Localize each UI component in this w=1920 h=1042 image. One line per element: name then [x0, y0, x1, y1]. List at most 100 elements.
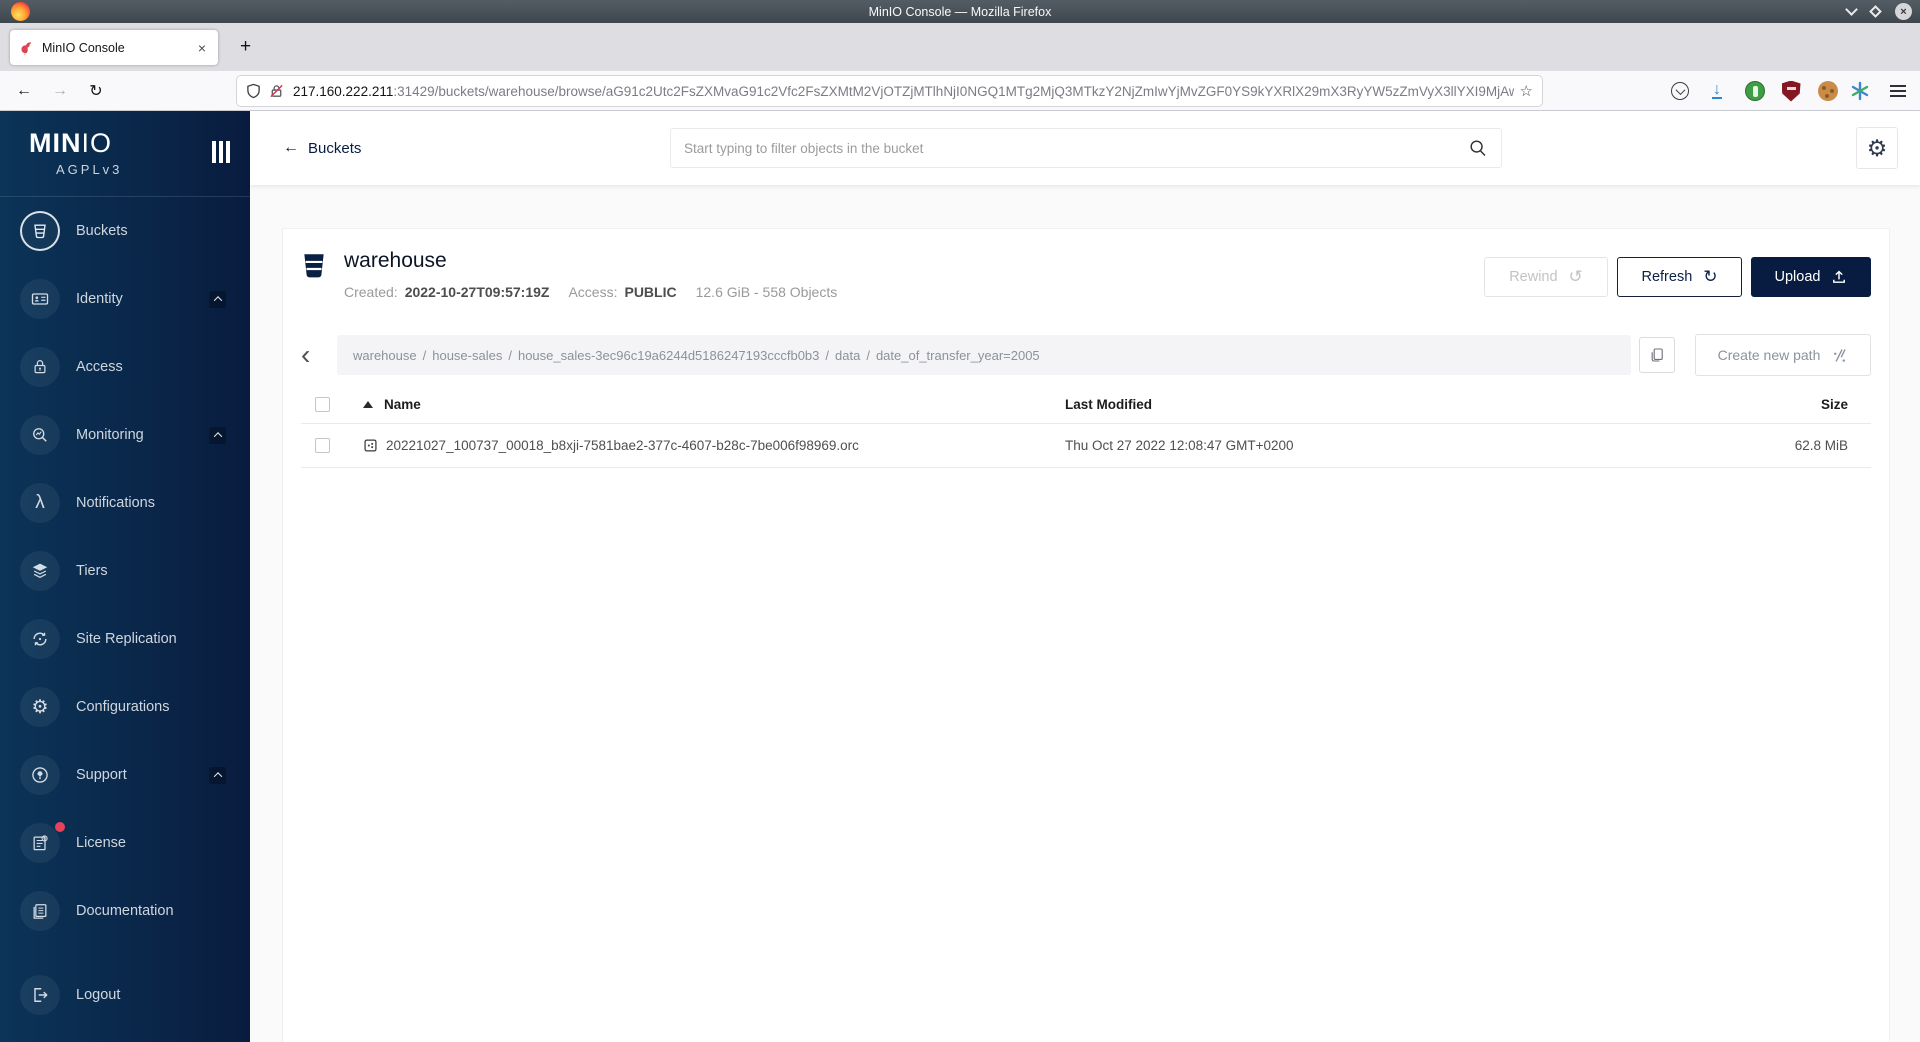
documentation-icon [20, 891, 60, 931]
collapse-chevron-icon[interactable] [209, 290, 226, 308]
sidebar-item-identity[interactable]: Identity [0, 265, 250, 333]
bucket-stats: 12.6 GiB - 558 Objects [695, 284, 838, 300]
table-row[interactable]: 20221027_100737_00018_b8xji-7581bae2-377… [301, 424, 1871, 468]
insecure-lock-icon[interactable] [269, 83, 284, 99]
bucket-settings-button[interactable]: ⚙ [1856, 127, 1898, 169]
minio-logo-light: IO [81, 128, 113, 158]
firefox-logo-icon [11, 2, 30, 21]
cookie-badge [1818, 81, 1838, 101]
sidebar-item-notifications[interactable]: λ Notifications [0, 469, 250, 537]
breadcrumb-segment[interactable]: house-sales [432, 348, 502, 363]
new-path-icon [1834, 348, 1846, 362]
bucket-info: warehouse Created: 2022-10-27T09:57:19Z … [344, 249, 1484, 300]
refresh-icon: ↻ [1703, 267, 1718, 286]
bucket-name: warehouse [344, 249, 447, 272]
breadcrumb-segment[interactable]: data [835, 348, 860, 363]
tab-close-icon[interactable]: × [196, 40, 208, 56]
select-all-checkbox[interactable] [315, 397, 330, 412]
minio-logo-bold: MIN [29, 128, 82, 158]
nav-reload-icon[interactable]: ↻ [80, 71, 112, 110]
rewind-icon: ↺ [1568, 267, 1583, 286]
lambda-icon: λ [20, 483, 60, 523]
sidebar-item-access[interactable]: Access [0, 333, 250, 401]
object-modified: Thu Oct 27 2022 12:08:47 GMT+0200 [1065, 438, 1294, 453]
support-wrench-icon [20, 755, 60, 795]
back-arrow-icon: ← [283, 139, 299, 156]
window-close-icon[interactable]: × [1895, 3, 1912, 20]
sidebar-item-site-replication[interactable]: Site Replication [0, 605, 250, 673]
pocket-icon[interactable] [1666, 77, 1694, 105]
object-filter-searchbox [670, 128, 1502, 168]
rewind-label: Rewind [1509, 269, 1558, 285]
refresh-label: Refresh [1641, 269, 1693, 285]
sidebar-item-buckets[interactable]: Buckets [0, 197, 250, 265]
sidebar-item-label: License [76, 835, 126, 851]
menu-hamburger-icon[interactable] [1884, 77, 1912, 105]
nav-back-icon[interactable]: ← [8, 71, 40, 110]
collapse-chevron-icon[interactable] [209, 766, 226, 784]
sidebar-item-documentation[interactable]: Documentation [0, 877, 250, 945]
bucket-icon [20, 211, 60, 251]
sidebar-item-monitoring[interactable]: Monitoring [0, 401, 250, 469]
breadcrumb-segment[interactable]: warehouse [353, 348, 417, 363]
url-text: 217.160.222.211:31429/buckets/warehouse/… [293, 84, 1514, 99]
sidebar-item-label: Identity [76, 291, 123, 307]
bucket-meta: Created: 2022-10-27T09:57:19Z Access: PU… [344, 284, 1484, 300]
extension-green-icon[interactable] [1741, 77, 1769, 105]
tab-title: MinIO Console [42, 40, 125, 55]
size-column-header[interactable]: Size [1701, 397, 1871, 412]
access-value: PUBLIC [624, 284, 677, 300]
downloads-icon[interactable]: ↓ [1703, 77, 1731, 105]
sidebar-item-support[interactable]: Support [0, 741, 250, 809]
upload-button[interactable]: Upload [1751, 257, 1871, 297]
object-name-cell[interactable]: 20221027_100737_00018_b8xji-7581bae2-377… [341, 438, 1065, 453]
copy-path-button[interactable] [1639, 337, 1675, 373]
collapse-chevron-icon[interactable] [209, 426, 226, 444]
bucket-browser-card: warehouse Created: 2022-10-27T09:57:19Z … [282, 228, 1890, 1042]
breadcrumb-separator: / [825, 347, 830, 363]
path-back-chevron-icon[interactable]: ‹ [301, 341, 323, 369]
search-input[interactable] [684, 140, 1469, 156]
breadcrumb: warehouse / house-sales / house_sales-3e… [337, 335, 1631, 375]
nav-forward-icon[interactable]: → [44, 71, 76, 110]
new-tab-button[interactable]: + [234, 34, 257, 60]
ublock-origin-icon[interactable] [1777, 77, 1805, 105]
gear-icon: ⚙ [1866, 134, 1888, 161]
window-maximize-icon[interactable] [1869, 5, 1882, 18]
name-column-header[interactable]: Name [341, 397, 1065, 412]
window-minimize-icon[interactable] [1845, 3, 1858, 16]
download-arrow: ↓ [1712, 81, 1722, 99]
sidebar-item-license[interactable]: License [0, 809, 250, 877]
row-checkbox[interactable] [315, 438, 330, 453]
created-label: Created: [344, 284, 398, 300]
bookmark-star-icon[interactable]: ☆ [1520, 82, 1533, 100]
sidebar-item-label: Tiers [76, 563, 108, 579]
upload-label: Upload [1774, 269, 1821, 285]
breadcrumb-segment[interactable]: house_sales-3ec96c19a6244d5186247193cccf… [518, 348, 819, 363]
multiaccount-containers-icon[interactable] [1846, 77, 1874, 105]
back-to-buckets-link[interactable]: ← Buckets [283, 111, 361, 185]
bucket-actions: Rewind ↺ Refresh ↻ Upload [1484, 257, 1871, 297]
window-title: MinIO Console — Mozilla Firefox [868, 4, 1052, 19]
pocket-chevron [1675, 84, 1685, 95]
object-size: 62.8 MiB [1794, 438, 1848, 453]
page-header: ← Buckets ⚙ [250, 111, 1920, 185]
license-tag: AGPLv3 [56, 162, 123, 177]
sidebar-item-tiers[interactable]: Tiers [0, 537, 250, 605]
modified-column-header[interactable]: Last Modified [1065, 397, 1701, 412]
create-new-path-button[interactable]: Create new path [1695, 334, 1871, 376]
cookie-extension-icon[interactable] [1814, 77, 1842, 105]
url-bar[interactable]: 217.160.222.211:31429/buckets/warehouse/… [237, 76, 1542, 106]
minio-logo: MINIO [29, 128, 112, 159]
breadcrumb-segment[interactable]: date_of_transfer_year=2005 [876, 348, 1040, 363]
sidebar-collapse-icon[interactable] [212, 141, 230, 163]
refresh-button[interactable]: Refresh ↻ [1617, 257, 1742, 297]
tracking-shield-icon[interactable] [246, 83, 261, 99]
sidebar-item-logout[interactable]: Logout [0, 961, 250, 1029]
rewind-button[interactable]: Rewind ↺ [1484, 257, 1608, 297]
name-header-label: Name [384, 397, 421, 412]
window-controls: × [1845, 0, 1912, 23]
tab-minio-console[interactable]: MinIO Console × [10, 30, 218, 65]
breadcrumb-separator: / [422, 347, 427, 363]
sidebar-item-configurations[interactable]: ⚙ Configurations [0, 673, 250, 741]
